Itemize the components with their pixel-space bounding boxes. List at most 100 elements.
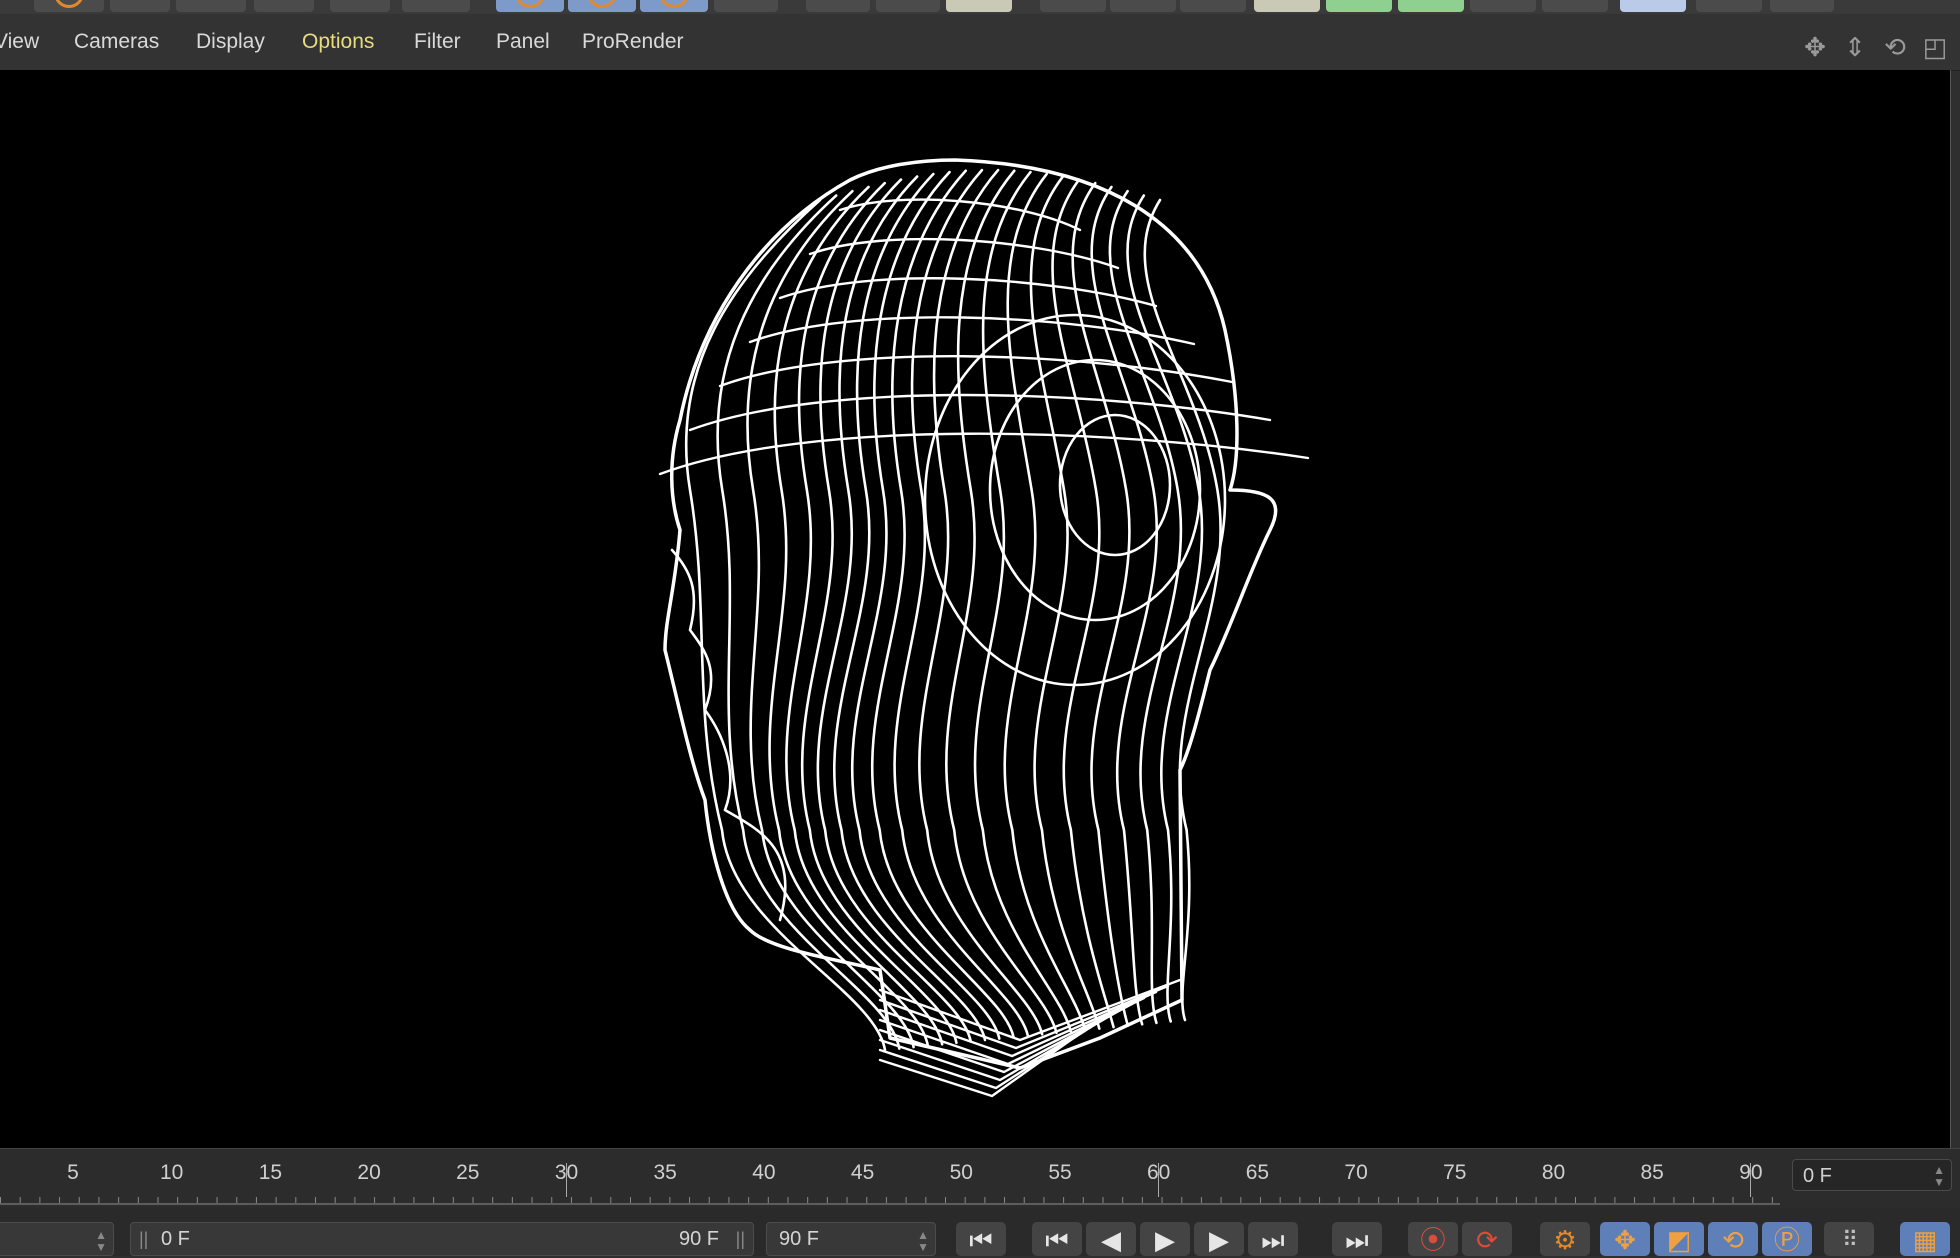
timeline-tick-label: 50 [949, 1161, 973, 1184]
floor-button[interactable] [1770, 0, 1834, 12]
previous-keyframe-button[interactable]: ⏮ [1032, 1222, 1082, 1256]
wireframe-line [716, 194, 901, 1050]
timeline-ruler[interactable]: 5 10 15 20 25 30 35 40 45 50 55 60 65 70 75 80 85 90 [0, 1149, 1780, 1209]
preview-start-field[interactable]: ▲ ▼ [0, 1222, 114, 1256]
end-frame-value: 90 F [779, 1228, 820, 1250]
keyframe-settings-icon: ⚙ [1553, 1225, 1577, 1255]
timeline-tick-label: 75 [1443, 1161, 1467, 1184]
transport-bar: ▲ ▼ || 0 F 90 F || 90 F ▲ ▼ ⏮ ⏮ ◀ ▶ ▶ ⏭ ⏭ … [0, 1208, 1960, 1256]
autokey-button[interactable]: ⟳ [1462, 1222, 1512, 1256]
step-forward-button[interactable]: ▶ [1194, 1222, 1244, 1256]
wireframe-line [1003, 172, 1087, 1032]
point-level-button[interactable]: ⠿ [1824, 1222, 1874, 1256]
generator-button[interactable] [1254, 0, 1320, 12]
rotate-tool-button[interactable] [640, 0, 708, 12]
timeline-tick-label: 90 [1739, 1161, 1763, 1184]
maximize-view-icon[interactable]: ◰ [1920, 32, 1950, 62]
end-frame-field[interactable]: 90 F ▲ ▼ [766, 1222, 936, 1256]
wireframe-head-model [658, 158, 1310, 1098]
timeline-tick-label: 30 [554, 1161, 579, 1184]
stepper-arrows-icon[interactable]: ▲ ▼ [95, 1229, 107, 1253]
axis-button[interactable] [806, 0, 870, 12]
dolly-view-icon[interactable]: ⇕ [1840, 32, 1870, 62]
menu-filter[interactable]: Filter [414, 30, 461, 54]
range-handle-icon[interactable]: || [139, 1223, 148, 1255]
current-frame-field[interactable]: 0 F ▲ ▼ [1792, 1159, 1952, 1191]
record-keys-button[interactable]: ⦿ [1408, 1222, 1458, 1256]
timeline-tick-label: 70 [1344, 1161, 1368, 1184]
snap-button[interactable] [946, 0, 1012, 12]
menu-prorender[interactable]: ProRender [582, 30, 684, 54]
stepper-arrows-icon[interactable]: ▲ ▼ [1933, 1164, 1945, 1188]
3d-viewport[interactable] [0, 70, 1951, 1148]
rotation-key-button[interactable]: ⟲ [1708, 1222, 1758, 1256]
position-key-icon: ✥ [1614, 1225, 1636, 1255]
record-keys-icon: ⦿ [1419, 1225, 1446, 1255]
live-selection-button[interactable] [330, 0, 390, 12]
rotate-view-icon[interactable]: ⟲ [1880, 32, 1910, 62]
timeline-tick-label: 25 [456, 1161, 480, 1184]
position-key-button[interactable]: ✥ [1600, 1222, 1650, 1256]
tool-button[interactable] [254, 0, 314, 12]
play-button[interactable]: ▶ [1140, 1222, 1190, 1256]
camera-button[interactable] [1542, 0, 1608, 12]
parameter-key-button[interactable]: Ⓟ [1762, 1222, 1812, 1256]
timeline-tick-label: 40 [752, 1161, 776, 1184]
move-view-icon[interactable]: ✥ [1800, 32, 1830, 62]
go-to-start-button[interactable]: ⏮ [956, 1222, 1006, 1256]
current-frame-value: 0 F [1803, 1165, 1832, 1187]
frame-range-slider[interactable]: || 0 F 90 F || [130, 1222, 754, 1256]
ruler-baseline [0, 1203, 1780, 1205]
timeline-tick-label: 60 [1147, 1161, 1171, 1184]
menu-cameras[interactable]: Cameras [74, 30, 159, 54]
light-button[interactable] [1620, 0, 1686, 12]
timeline-tick-label: 80 [1541, 1161, 1566, 1184]
timeline-tick-label: 10 [160, 1161, 184, 1184]
autokey-icon: ⟳ [1476, 1225, 1498, 1255]
rotation-key-icon: ⟲ [1722, 1225, 1744, 1255]
scene-button[interactable] [1470, 0, 1536, 12]
render-settings-button[interactable] [176, 0, 246, 12]
stepper-arrows-icon[interactable]: ▲ ▼ [917, 1229, 929, 1253]
step-back-button[interactable]: ◀ [1086, 1222, 1136, 1256]
point-level-icon: ⠿ [1841, 1227, 1858, 1252]
timeline-tick-label: 20 [357, 1161, 381, 1184]
timeline[interactable]: 5 10 15 20 25 30 35 40 45 50 55 60 65 70 75 80 85 90 0 F … [0, 1148, 1960, 1209]
range-handle-icon[interactable]: || [736, 1223, 745, 1255]
render-view-button[interactable] [34, 0, 104, 12]
field-button[interactable] [1398, 0, 1464, 12]
timeline-tick-label: 65 [1245, 1161, 1270, 1184]
render-picture-button[interactable] [110, 0, 170, 12]
scale-key-button[interactable]: ◩ [1654, 1222, 1704, 1256]
top-toolbar [0, 0, 1960, 14]
deformer-button[interactable] [1326, 0, 1392, 12]
wireframe-line [838, 198, 1082, 232]
scale-tool-button[interactable] [568, 0, 636, 12]
wireframe-line [973, 170, 1073, 1033]
cube-button[interactable] [1040, 0, 1106, 12]
timeline-tick-label: 55 [1048, 1161, 1072, 1184]
timeline-tick-label: 15 [258, 1161, 283, 1184]
spline-button[interactable] [1180, 0, 1246, 12]
menu-options[interactable]: Options [302, 30, 374, 54]
move-tool-button[interactable] [496, 0, 564, 12]
transform-button[interactable] [714, 0, 778, 12]
keyframe-settings-button[interactable]: ⚙ [1540, 1222, 1590, 1256]
model-mode-button[interactable] [402, 0, 470, 12]
go-to-end-icon: ⏭ [1345, 1225, 1369, 1255]
timeline-film-button[interactable]: ▦ [1900, 1222, 1950, 1256]
timeline-film-icon: ▦ [1912, 1225, 1938, 1255]
pen-button[interactable] [1110, 0, 1176, 12]
go-to-end-button[interactable]: ⏭ [1332, 1222, 1382, 1256]
material-button[interactable] [1696, 0, 1762, 12]
coordinate-button[interactable] [876, 0, 940, 12]
viewport-menubar: View Cameras Display Options Filter Pane… [0, 14, 1960, 71]
parameter-key-icon: Ⓟ [1773, 1225, 1800, 1255]
wireframe-line [658, 432, 1310, 476]
menu-view[interactable]: View [0, 30, 39, 54]
scale-key-icon: ◩ [1666, 1225, 1692, 1255]
menu-display[interactable]: Display [196, 30, 265, 54]
range-start-value: 0 F [161, 1228, 190, 1250]
next-keyframe-button[interactable]: ⏭ [1248, 1222, 1298, 1256]
menu-panel[interactable]: Panel [496, 30, 550, 54]
